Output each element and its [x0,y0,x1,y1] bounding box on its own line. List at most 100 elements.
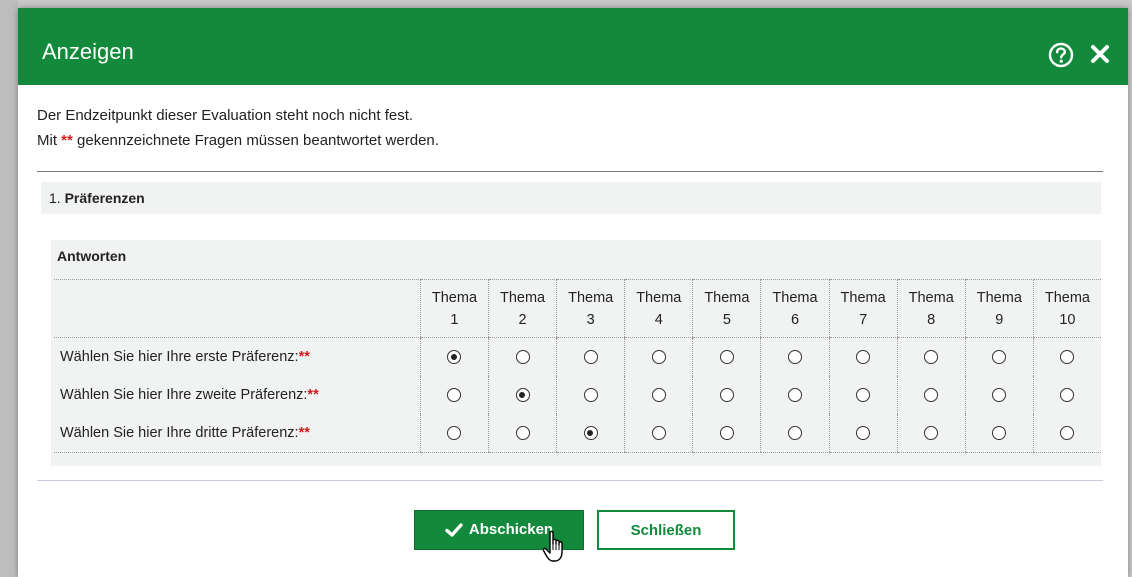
radio-cell [624,414,693,453]
radio-button[interactable] [651,350,666,365]
column-header-top: Thema [908,289,954,306]
column-header-bottom: 4 [654,311,663,328]
column-header-bottom: 5 [722,311,731,328]
radio-cell [1032,337,1101,376]
column-header-thema-10: Thema 10 [1032,279,1101,338]
column-header-top: Thema [840,289,886,306]
column-header-bottom: 10 [1059,311,1076,328]
radio-cell [896,376,966,414]
column-header-top: Thema [636,289,682,306]
radio-button[interactable] [719,350,734,365]
radio-button[interactable] [447,388,462,403]
dialog-title: Anzeigen [42,39,134,64]
radio-button[interactable] [1060,388,1075,403]
radio-cell [487,376,557,414]
radio-cell [692,376,761,414]
radio-button[interactable] [1060,350,1075,365]
radio-button[interactable] [651,388,666,403]
radio-cell [1032,376,1101,414]
radio-cell [760,376,830,414]
divider-bottom [37,480,1103,481]
radio-button[interactable] [583,388,598,403]
radio-button[interactable] [924,426,939,441]
radio-cell [760,414,830,453]
required-marker: ** [61,132,73,149]
radio-cell [692,414,761,453]
radio-cell [419,414,489,453]
column-header-bottom: 3 [586,311,595,328]
close-label: Schließen [630,522,702,539]
radio-cell [964,414,1034,453]
radio-cell [828,376,898,414]
dialog-titlebar: Anzeigen [18,8,1128,85]
radio-button[interactable] [515,350,530,365]
column-header-bottom: 1 [450,311,459,328]
preference-question: Wählen Sie hier Ihre erste Präferenz:** [54,338,420,377]
background-top [0,0,1132,8]
radio-button[interactable] [856,426,871,441]
radio-cell [487,414,557,453]
column-header-thema-6: Thema 6 [760,279,830,338]
close-icon[interactable] [1088,42,1112,66]
check-icon [445,523,463,537]
help-icon[interactable] [1048,42,1074,68]
column-header-top: Thema [976,289,1022,306]
required-marker: ** [307,387,319,403]
column-header-top: Thema [431,289,478,306]
radio-button[interactable] [992,388,1007,403]
column-header-thema-9: Thema 9 [964,279,1034,338]
radio-button[interactable] [719,426,734,441]
radio-button[interactable] [787,350,802,365]
radio-cell [828,337,898,376]
radio-button[interactable] [515,426,530,441]
radio-cell [896,414,966,453]
section-number: 1. [49,190,61,206]
radio-cell [556,414,625,453]
radio-button[interactable] [515,388,530,403]
radio-cell [896,337,966,376]
radio-button[interactable] [447,426,462,441]
radio-button[interactable] [787,388,802,403]
radio-button[interactable] [651,426,666,441]
preference-row: Wählen Sie hier Ihre erste Präferenz:** [54,337,1101,377]
radio-button[interactable] [856,388,871,403]
column-header-top: Thema [568,289,614,306]
hand-cursor-icon [542,530,563,562]
answers-label: Antworten [57,248,127,264]
section-header: 1. Präferenzen [41,182,1101,214]
radio-button[interactable] [583,350,598,365]
column-header-thema-3: Thema 3 [556,279,625,338]
answers-panel: Antworten Thema 1 Thema 2 Thema 3 Thema 4 Thema 5… [51,240,1101,466]
preference-question: Wählen Sie hier Ihre zweite Präferenz:** [54,376,420,414]
intro-line-2: Mit ** gekennzeichnete Fragen müssen bea… [37,128,439,153]
radio-cell [1032,414,1101,453]
column-header-thema-2: Thema 2 [487,279,557,338]
matrix-corner [54,279,421,338]
radio-button[interactable] [856,350,871,365]
radio-cell [556,376,625,414]
column-header-bottom: 2 [518,311,527,328]
column-header-bottom: 6 [790,311,800,328]
radio-button[interactable] [787,426,802,441]
divider-top [37,171,1103,172]
radio-button[interactable] [583,426,598,441]
radio-button[interactable] [924,350,939,365]
close-button[interactable]: Schließen [597,510,735,550]
radio-button[interactable] [924,388,939,403]
radio-cell [487,337,557,376]
intro-line-2-suffix: gekennzeichnete Fragen müssen beantworte… [77,132,439,149]
radio-button[interactable] [1060,426,1075,441]
intro-line-2-prefix: Mit [37,132,57,149]
radio-cell [964,376,1034,414]
matrix-header-row: Thema 1 Thema 2 Thema 3 Thema 4 Thema 5 Thema 6 Them… [54,279,1101,338]
intro-line-1: Der Endzeitpunkt dieser Evaluation steht… [37,107,414,124]
radio-button[interactable] [447,350,462,365]
column-header-thema-1: Thema 1 [419,279,489,338]
required-marker: ** [298,349,310,365]
radio-button[interactable] [719,388,734,403]
preference-row: Wählen Sie hier Ihre dritte Präferenz:** [54,414,1101,453]
radio-button[interactable] [992,350,1007,365]
radio-button[interactable] [992,426,1007,441]
question-text: Wählen Sie hier Ihre dritte Präferenz: [60,425,299,441]
radio-cell [760,337,830,376]
